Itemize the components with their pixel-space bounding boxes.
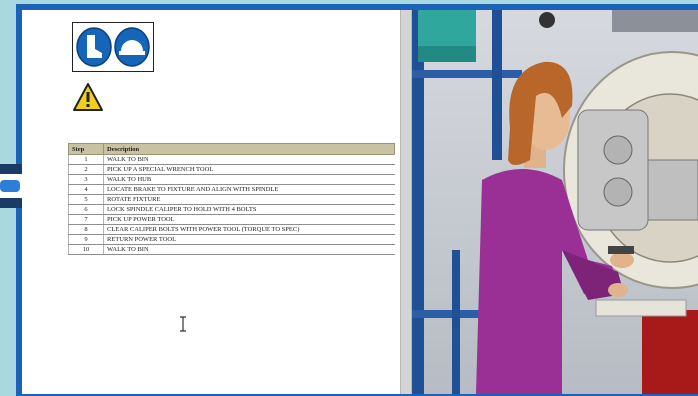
safety-boots-icon [76,27,112,67]
hard-hat-icon [114,27,150,67]
step-number: 2 [68,164,104,175]
description-column-header: Description [103,143,395,155]
step-description: PICK UP A SPECIAL WRENCH TOOL [103,164,395,175]
step-description: WALK TO HUB [103,174,395,185]
table-row: 5 ROTATE FIXTURE [68,194,395,205]
step-number: 10 [68,244,104,255]
step-description: CLEAR CALIPER BOLTS WITH POWER TOOL (TOR… [103,224,395,235]
step-description: LOCK SPINDLE CALIPER TO HOLD WITH 4 BOLT… [103,204,395,215]
step-number: 8 [68,224,104,235]
table-row: 4 LOCATE BRAKE TO FIXTURE AND ALIGN WITH … [68,184,395,195]
ppe-icon-group [72,22,154,72]
step-number: 3 [68,174,104,185]
table-row: 6 LOCK SPINDLE CALIPER TO HOLD WITH 4 BOL… [68,204,395,215]
step-description: LOCATE BRAKE TO FIXTURE AND ALIGN WITH S… [103,184,395,195]
table-header-row: Step Description [68,143,395,155]
step-number: 7 [68,214,104,225]
warning-triangle-icon [73,83,103,111]
pane-splitter[interactable] [400,10,412,394]
steps-table: Step Description 1 WALK TO BIN 2 PICK UP A… [68,143,395,255]
table-row: 1 WALK TO BIN [68,154,395,165]
step-description: PICK UP POWER TOOL [103,214,395,225]
table-row: 10 WALK TO BIN [68,244,395,255]
text-cursor-icon [180,316,186,332]
step-number: 6 [68,204,104,215]
step-description: ROTATE FIXTURE [103,194,395,205]
step-description: RETURN POWER TOOL [103,234,395,245]
assembly-scene-illustration [412,10,698,394]
step-number: 9 [68,234,104,245]
table-row: 3 WALK TO HUB [68,174,395,185]
table-row: 8 CLEAR CALIPER BOLTS WITH POWER TOOL (TO… [68,224,395,235]
step-number: 5 [68,194,104,205]
step-description: WALK TO BIN [103,154,395,165]
table-row: 2 PICK UP A SPECIAL WRENCH TOOL [68,164,395,175]
step-column-header: Step [68,143,104,155]
step-number: 4 [68,184,104,195]
table-row: 7 PICK UP POWER TOOL [68,214,395,225]
table-row: 9 RETURN POWER TOOL [68,234,395,245]
3d-viewport[interactable] [412,10,698,394]
step-description: WALK TO BIN [103,244,395,255]
step-number: 1 [68,154,104,165]
